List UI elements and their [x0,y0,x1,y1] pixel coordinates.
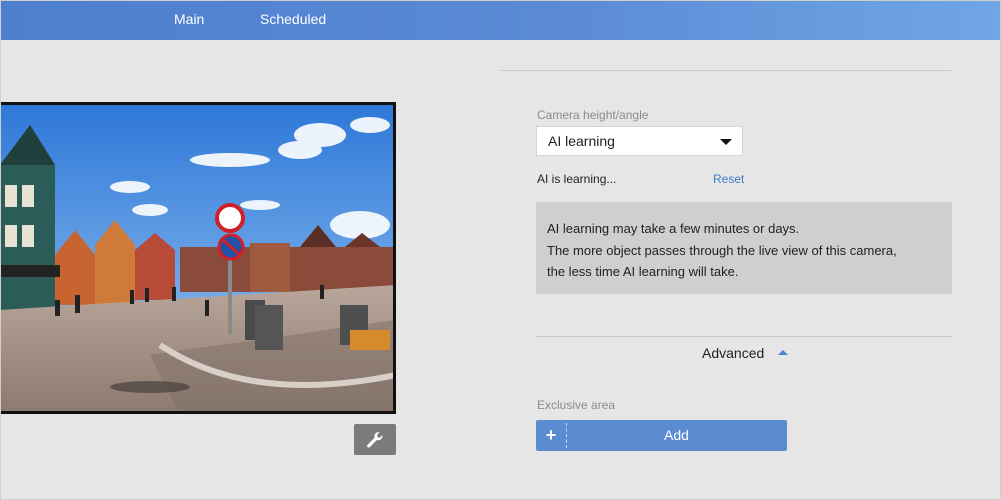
add-exclusive-area-button[interactable]: + Add [536,420,787,451]
camera-live-view [0,102,396,414]
select-value: AI learning [548,133,615,149]
wrench-icon [367,431,383,447]
divider [500,70,951,71]
advanced-toggle[interactable]: Advanced [702,345,764,361]
tab-main[interactable]: Main [174,0,204,40]
add-button-label: Add [664,427,689,443]
reset-link[interactable]: Reset [713,172,744,186]
ai-learning-info-box: AI learning may take a few minutes or da… [536,202,952,294]
plus-icon: + [545,425,557,445]
settings-wrench-button[interactable] [354,424,396,455]
info-line: AI learning may take a few minutes or da… [547,221,800,236]
camera-height-angle-label: Camera height/angle [537,108,649,122]
exclusive-area-label: Exclusive area [537,398,616,412]
street-scene-image [0,105,393,411]
camera-height-angle-select[interactable]: AI learning [536,126,743,156]
divider [536,336,952,337]
info-line: The more object passes through the live … [547,242,897,258]
info-line: the less time AI learning will take. [547,264,739,279]
tab-scheduled[interactable]: Scheduled [260,0,326,40]
top-nav-bar: Main Scheduled [0,0,1001,40]
ai-learning-status: AI is learning... [537,172,617,186]
chevron-up-icon[interactable] [778,350,788,355]
chevron-down-icon [720,139,732,145]
